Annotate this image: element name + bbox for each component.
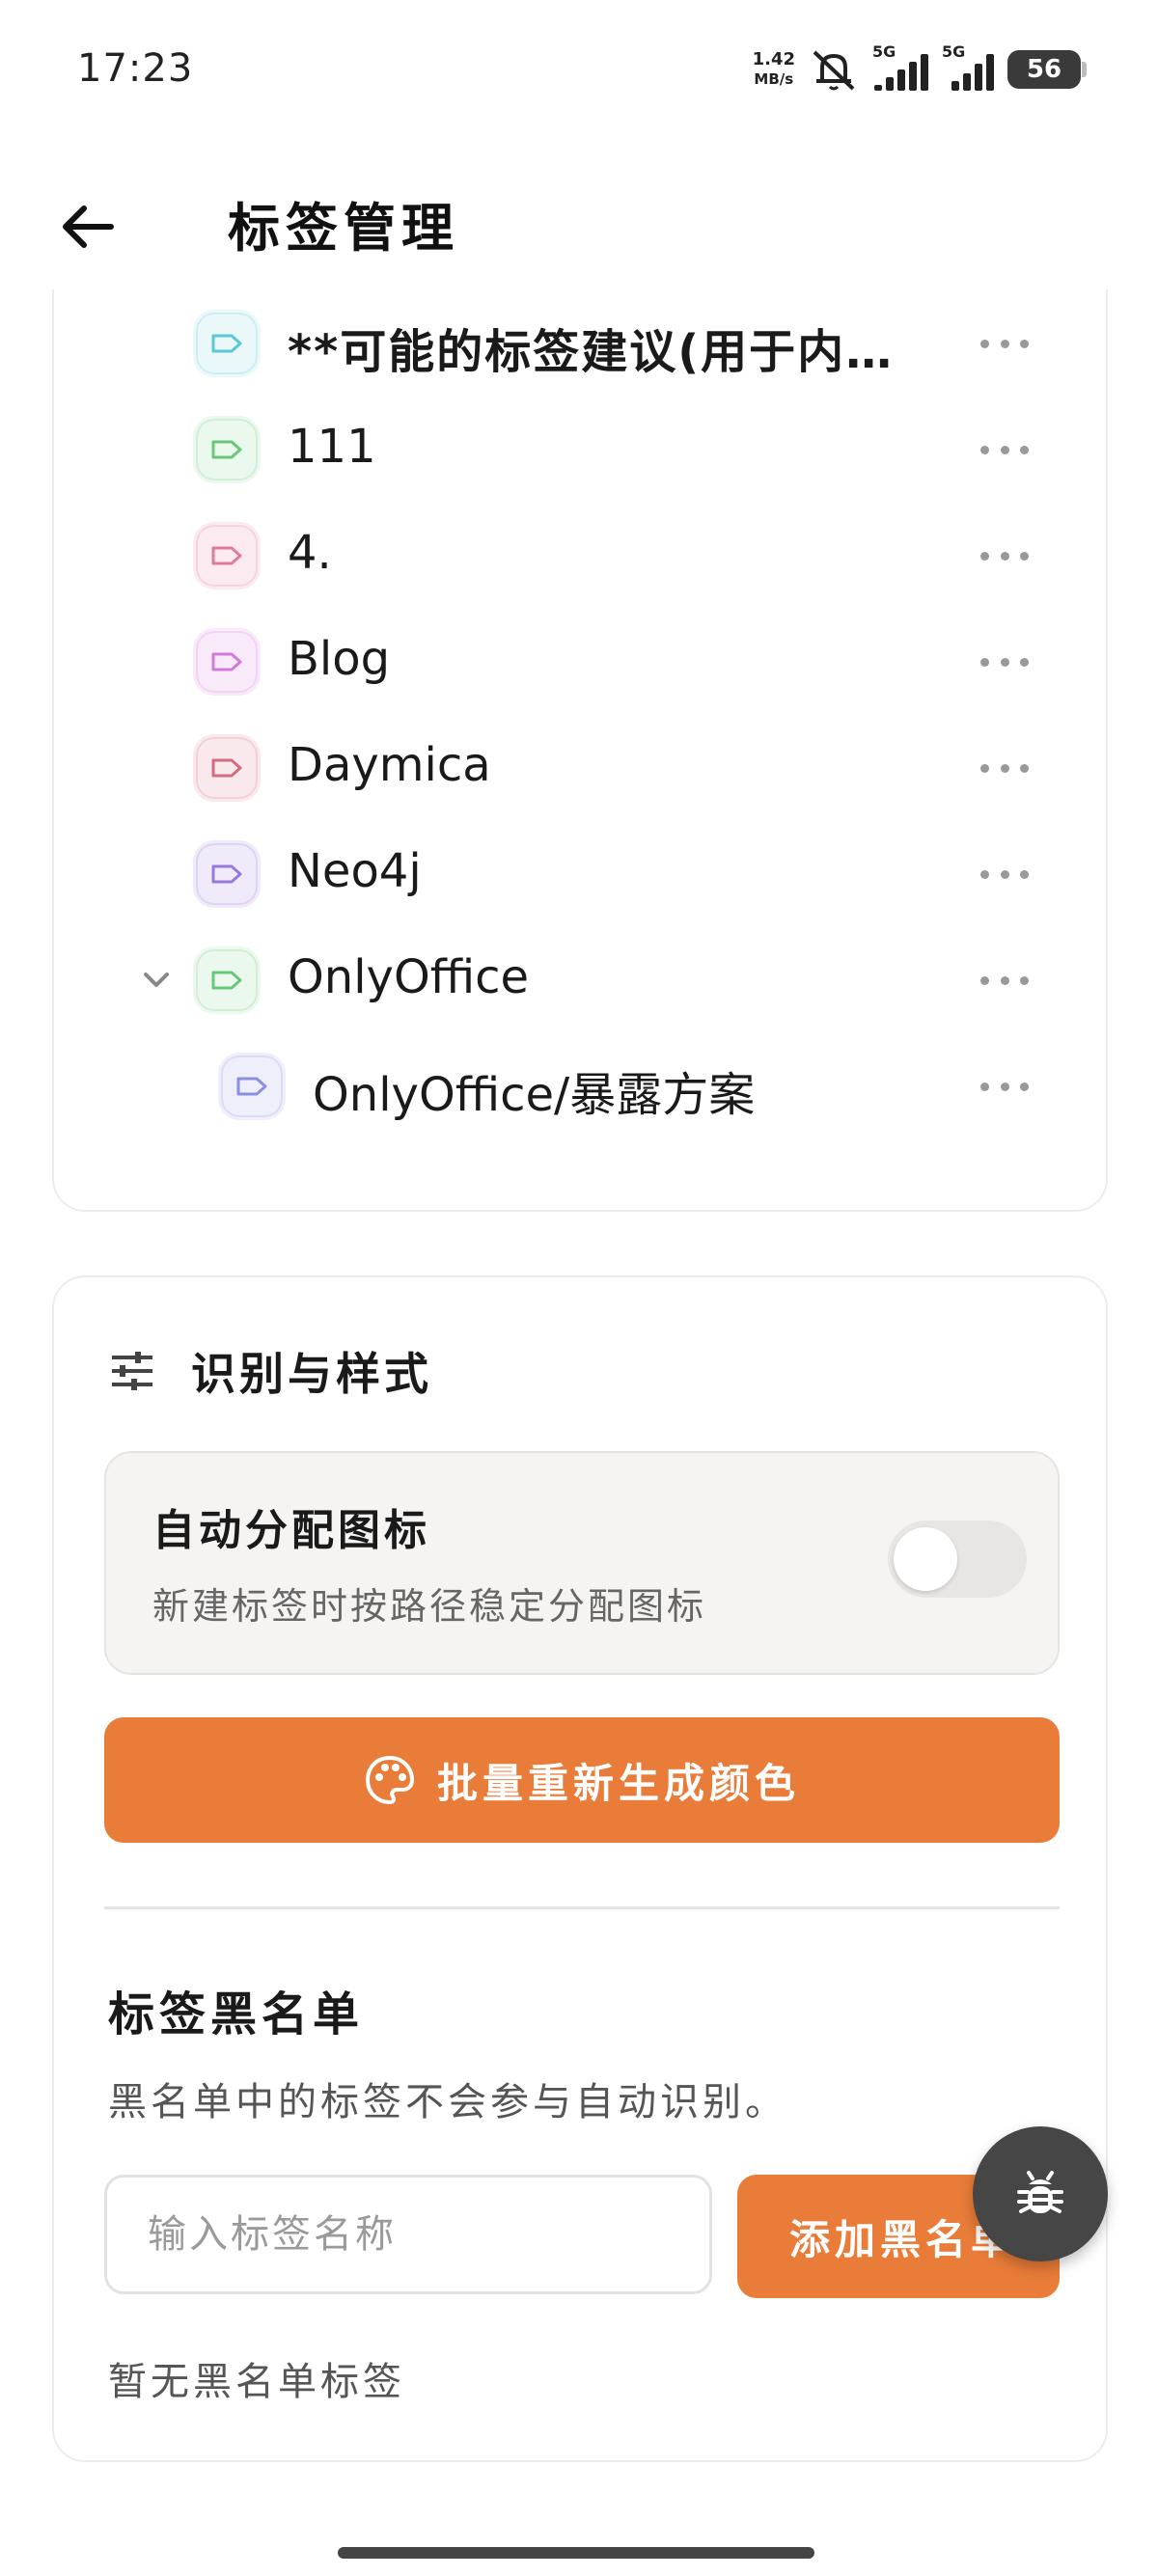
tag-row[interactable]: 4. bbox=[54, 503, 1110, 609]
tag-row[interactable]: **可能的标签建议(用于内… bbox=[54, 290, 1110, 397]
bug-icon bbox=[1017, 2171, 1063, 2213]
more-options-icon[interactable] bbox=[971, 1062, 1038, 1110]
status-bar: 17:23 1.42 MB/s 5G 5G 56 bbox=[0, 0, 1158, 145]
tag-row[interactable]: Neo4j bbox=[54, 821, 1110, 927]
tag-icon bbox=[193, 310, 261, 377]
tag-icon bbox=[218, 1053, 286, 1120]
tag-row[interactable]: OnlyOffice bbox=[54, 927, 1110, 1033]
net-speed: 1.42 MB/s bbox=[753, 50, 795, 89]
status-icons: 1.42 MB/s 5G 5G 56 bbox=[753, 42, 1087, 96]
blacklist-description: 黑名单中的标签不会参与自动识别。 bbox=[108, 2080, 787, 2124]
more-options-icon[interactable] bbox=[971, 425, 1038, 474]
more-options-icon[interactable] bbox=[971, 319, 1038, 368]
tag-row[interactable]: Daymica bbox=[54, 715, 1110, 821]
blacklist-input[interactable] bbox=[104, 2175, 712, 2294]
auto-assign-setting: 自动分配图标 新建标签时按路径稳定分配图标 bbox=[104, 1451, 1060, 1675]
debug-fab[interactable] bbox=[973, 2126, 1108, 2261]
tag-label: **可能的标签建议(用于内… bbox=[288, 325, 895, 379]
recognition-style-card: 识别与样式 自动分配图标 新建标签时按路径稳定分配图标 批量重新生成颜色 标签黑… bbox=[52, 1275, 1108, 2462]
chevron-down-icon[interactable] bbox=[139, 963, 174, 998]
tag-list-card: **可能的标签建议(用于内… 111 4. Blog Daymica Neo4j OnlyO… bbox=[52, 289, 1108, 1212]
regenerate-colors-label: 批量重新生成颜色 bbox=[436, 1759, 800, 1807]
blacklist-title: 标签黑名单 bbox=[108, 1987, 365, 2042]
tag-label: OnlyOffice bbox=[288, 950, 530, 1004]
auto-assign-description: 新建标签时按路径稳定分配图标 bbox=[152, 1585, 707, 1628]
tag-row[interactable]: 111 bbox=[54, 397, 1110, 503]
home-indicator bbox=[338, 2547, 814, 2559]
net-speed-value: 1.42 bbox=[752, 49, 795, 69]
sim1-label: 5G bbox=[872, 42, 896, 61]
page-title: 标签管理 bbox=[228, 197, 459, 259]
status-time: 17:23 bbox=[77, 46, 194, 91]
battery-level: 56 bbox=[1026, 55, 1062, 84]
tag-label: Blog bbox=[288, 632, 391, 686]
tag-icon bbox=[193, 628, 261, 696]
tag-label: Neo4j bbox=[288, 844, 422, 898]
tag-label: Daymica bbox=[288, 738, 491, 792]
regenerate-colors-button[interactable]: 批量重新生成颜色 bbox=[104, 1717, 1060, 1843]
divider bbox=[104, 1906, 1060, 1909]
tag-row[interactable]: OnlyOffice/暴露方案 bbox=[54, 1033, 1110, 1139]
tag-row[interactable]: Blog bbox=[54, 609, 1110, 715]
auto-assign-toggle[interactable] bbox=[888, 1521, 1027, 1598]
more-options-icon[interactable] bbox=[971, 850, 1038, 898]
signal-icon: 5G bbox=[942, 42, 994, 91]
back-button[interactable] bbox=[54, 193, 122, 260]
app-header: 标签管理 bbox=[0, 145, 1158, 309]
tag-icon bbox=[193, 522, 261, 589]
toggle-knob bbox=[894, 1527, 957, 1591]
blacklist-empty-text: 暂无黑名单标签 bbox=[108, 2360, 405, 2404]
net-speed-unit: MB/s bbox=[754, 70, 794, 88]
bell-muted-icon bbox=[809, 46, 859, 93]
battery-icon: 56 bbox=[1007, 50, 1087, 89]
more-options-icon[interactable] bbox=[971, 638, 1038, 686]
section-header: 识别与样式 bbox=[108, 1339, 432, 1403]
tag-label: 4. bbox=[288, 526, 332, 580]
palette-icon bbox=[365, 1755, 414, 1805]
more-options-icon[interactable] bbox=[971, 532, 1038, 580]
tag-icon bbox=[193, 734, 261, 802]
more-options-icon[interactable] bbox=[971, 956, 1038, 1004]
more-options-icon[interactable] bbox=[971, 744, 1038, 792]
sliders-icon bbox=[112, 1352, 152, 1390]
signal-icon: 5G bbox=[872, 42, 928, 91]
tag-label: 111 bbox=[288, 420, 376, 474]
auto-assign-title: 自动分配图标 bbox=[152, 1506, 430, 1555]
tag-label: OnlyOffice/暴露方案 bbox=[313, 1068, 756, 1122]
section-title: 识别与样式 bbox=[191, 1348, 432, 1400]
tag-icon bbox=[193, 840, 261, 908]
tag-icon bbox=[193, 416, 261, 483]
arrow-left-icon bbox=[63, 206, 114, 248]
tag-icon bbox=[193, 946, 261, 1014]
sim2-label: 5G bbox=[942, 42, 966, 61]
